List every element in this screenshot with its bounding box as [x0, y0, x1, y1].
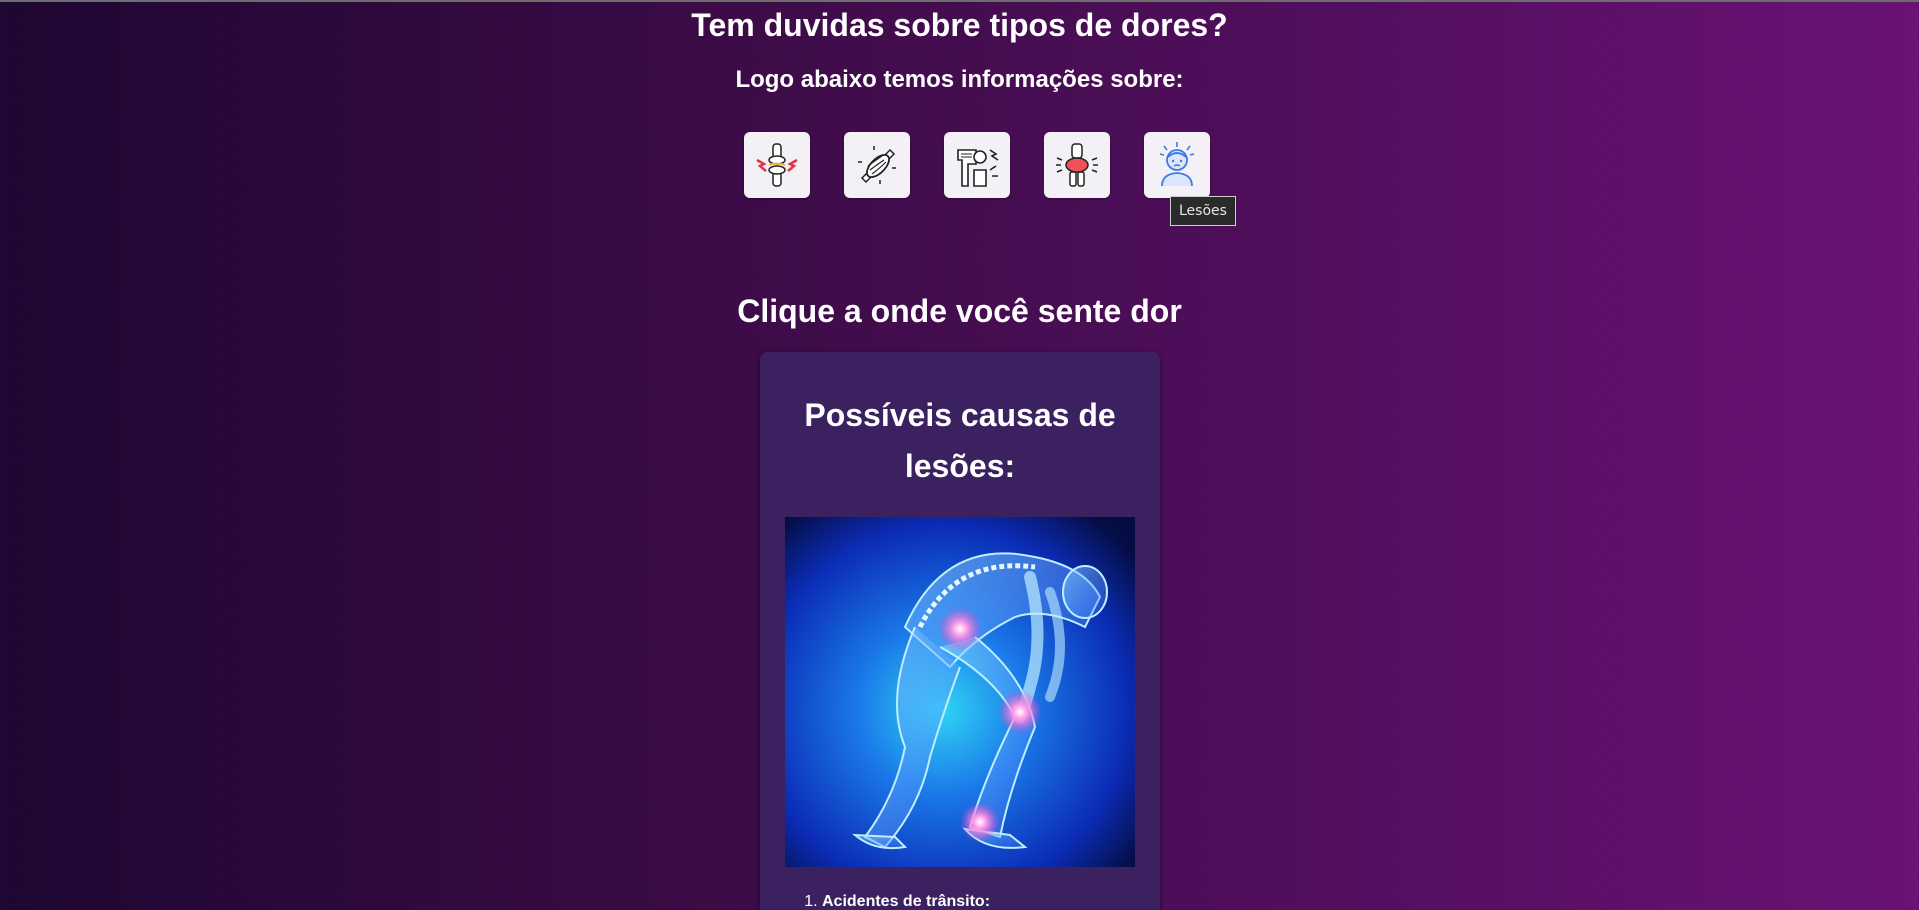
head-injury-icon: [1159, 142, 1195, 187]
category-icon-row: [744, 132, 1210, 198]
category-button-injuries[interactable]: [1144, 132, 1210, 198]
category-button-muscle[interactable]: [844, 132, 910, 198]
section-title: Clique a onde você sente dor: [737, 293, 1182, 329]
card-title: Possíveis causas de lesões:: [804, 397, 1116, 484]
page-title: Tem duvidas sobre tipos de dores?: [691, 7, 1228, 43]
joint-pain-icon: [756, 143, 798, 187]
top-border: [0, 0, 1919, 2]
category-button-joint-pain[interactable]: [744, 132, 810, 198]
muscle-icon: [858, 146, 896, 184]
category-button-knee-inflammation[interactable]: [1044, 132, 1110, 198]
bone-fracture-icon: [957, 149, 999, 187]
category-tooltip: Lesões: [1170, 196, 1236, 226]
list-item: Acidentes de trânsito:: [822, 892, 990, 910]
body-pain-image[interactable]: [785, 517, 1135, 867]
knee-inflammation-icon: [1056, 143, 1098, 187]
page-subtitle: Logo abaixo temos informações sobre:: [735, 66, 1184, 93]
category-button-bone-fracture[interactable]: [944, 132, 1010, 198]
causes-card: Possíveis causas de lesões: 1. Acidentes…: [760, 352, 1160, 910]
causes-list: Acidentes de trânsito:: [802, 892, 990, 910]
